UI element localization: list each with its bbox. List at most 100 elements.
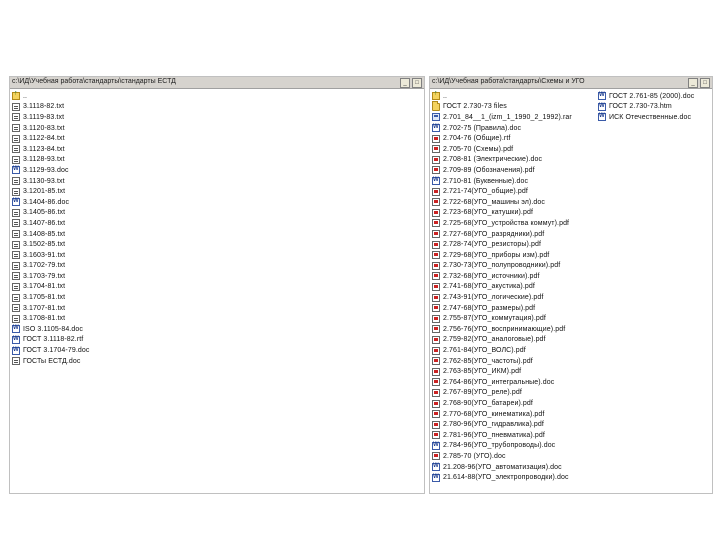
file-list-item[interactable]: 2.762-85(УГО_частоты).pdf: [432, 356, 572, 367]
file-list-item[interactable]: 3.1405-86.txt: [12, 208, 89, 219]
file-list-item[interactable]: 2.755-87(УГО_коммутация).pdf: [432, 313, 572, 324]
maximize-button[interactable]: □: [412, 78, 422, 88]
file-list-item[interactable]: 3.1603-91.txt: [12, 250, 89, 261]
file-list-item[interactable]: 3.1130-93.txt: [12, 176, 89, 187]
text-file-icon: [12, 155, 20, 164]
file-list-item[interactable]: ГОСТ 2.730-73 files: [432, 100, 572, 113]
file-list-item[interactable]: 2.759-82(УГО_аналоговые).pdf: [432, 335, 572, 346]
minimize-button[interactable]: _: [688, 78, 698, 88]
text-file-icon: [12, 102, 20, 111]
file-list-item[interactable]: 3.1408-85.txt: [12, 229, 89, 240]
file-list-item[interactable]: 3.1407-86.txt: [12, 218, 89, 229]
file-list-item[interactable]: 2.727-68(УГО_разрядники).pdf: [432, 229, 572, 240]
file-name-label: ISO 3.1105-84.doc: [23, 325, 83, 333]
file-list-item[interactable]: 3.1708-81.txt: [12, 313, 89, 324]
file-list-item[interactable]: 3.1120-83.txt: [12, 123, 89, 134]
right-file-panel[interactable]: c:\ИД\Учебная работа\стандарты\Схемы и У…: [429, 76, 713, 494]
file-list-item[interactable]: ISO 3.1105-84.doc: [12, 324, 89, 335]
pdf-icon: [432, 410, 440, 419]
file-list-item[interactable]: 3.1201-85.txt: [12, 186, 89, 197]
file-list-item[interactable]: 2.743-91(УГО_логические).pdf: [432, 292, 572, 303]
file-list-item[interactable]: ГОСТ 3.1118-82.rtf: [12, 335, 89, 346]
file-list-item[interactable]: 3.1702-79.txt: [12, 261, 89, 272]
file-list-item[interactable]: 2.708-81 (Электрические).doc: [432, 155, 572, 166]
file-list-item[interactable]: 2.701_84__1_(izm_1_1990_2_1992).rar: [432, 112, 572, 123]
maximize-button[interactable]: □: [700, 78, 710, 88]
right-panel-path-bar[interactable]: c:\ИД\Учебная работа\стандарты\Схемы и У…: [430, 77, 712, 89]
file-list-item[interactable]: 21.208-96(УГО_автоматизация).doc: [432, 462, 572, 473]
file-list-item[interactable]: ГОСТ 2.761-85 (2000).doc: [598, 91, 694, 102]
file-list-item[interactable]: 3.1128-93.txt: [12, 155, 89, 166]
file-list-item[interactable]: 2.761-84(УГО_ВОЛС).pdf: [432, 345, 572, 356]
minimize-button[interactable]: _: [400, 78, 410, 88]
file-list-item[interactable]: 2.725-68(УГО_устройства коммут).pdf: [432, 218, 572, 229]
file-list-item[interactable]: 3.1404-86.doc: [12, 197, 89, 208]
file-list-item[interactable]: 3.1705-81.txt: [12, 292, 89, 303]
file-name-label: 2.768-90(УГО_батареи).pdf: [443, 400, 533, 408]
left-file-panel[interactable]: c:\ИД\Учебная работа\стандарты\стандарты…: [9, 76, 425, 494]
file-name-label: 3.1119-83.txt: [23, 113, 65, 121]
file-list-item[interactable]: 21.614-88(УГО_электропроводки).doc: [432, 472, 572, 483]
file-list-item[interactable]: 2.721-74(УГО_общие).pdf: [432, 186, 572, 197]
file-list-item[interactable]: 3.1703-79.txt: [12, 271, 89, 282]
file-list-item[interactable]: 2.763-85(УГО_ИКМ).pdf: [432, 366, 572, 377]
file-list-item[interactable]: 2.723-68(УГО_катушки).pdf: [432, 208, 572, 219]
file-list-item[interactable]: 2.732-68(УГО_источники).pdf: [432, 271, 572, 282]
text-file-icon: [12, 304, 20, 313]
file-list-item[interactable]: 3.1122-84.txt: [12, 133, 89, 144]
file-list-item[interactable]: 2.780-96(УГО_гидравлика).pdf: [432, 419, 572, 430]
file-list-item[interactable]: 2.728-74(УГО_резисторы).pdf: [432, 239, 572, 250]
file-name-label: 3.1502-85.txt: [23, 241, 66, 249]
file-list-item[interactable]: 2.768-90(УГО_батареи).pdf: [432, 398, 572, 409]
file-name-label: ГОСТ 3.1118-82.rtf: [23, 336, 84, 344]
pdf-icon: [432, 314, 440, 323]
word-doc-icon: [12, 335, 20, 344]
up-folder-icon: [432, 90, 440, 101]
file-list-item[interactable]: ИСК Отечественные.doc: [598, 112, 694, 123]
file-name-label: 2.763-85(УГО_ИКМ).pdf: [443, 368, 522, 376]
file-list-item[interactable]: 2.781-96(УГО_пневматика).pdf: [432, 430, 572, 441]
text-file-icon: [12, 230, 20, 239]
pdf-icon: [432, 325, 440, 334]
file-list-item[interactable]: ..: [432, 90, 572, 102]
text-file-icon: [12, 113, 20, 122]
file-list-item[interactable]: ГОСТ 3.1704-79.doc: [12, 345, 89, 356]
file-list-item[interactable]: 2.767-89(УГО_реле).pdf: [432, 388, 572, 399]
file-list-item[interactable]: 2.764-86(УГО_интегральные).doc: [432, 377, 572, 388]
pdf-icon: [432, 304, 440, 313]
file-list-item[interactable]: 2.730-73(УГО_полупроводники).pdf: [432, 261, 572, 272]
file-list-item[interactable]: ..: [12, 90, 89, 102]
file-list-item[interactable]: 2.705-70 (Схемы).pdf: [432, 144, 572, 155]
file-name-label: 2.770-68(УГО_кинематика).pdf: [443, 410, 545, 418]
file-list-item[interactable]: 2.770-68(УГО_кинематика).pdf: [432, 409, 572, 420]
file-list-item[interactable]: 3.1707-81.txt: [12, 303, 89, 314]
file-list-item[interactable]: ГОСТ 2.730-73.htm: [598, 102, 694, 113]
text-file-icon: [12, 251, 20, 260]
file-list-item[interactable]: 3.1129-93.doc: [12, 165, 89, 176]
text-file-icon: [12, 134, 20, 143]
file-list-item[interactable]: ГОСТы ЕСТД.doc: [12, 356, 89, 367]
file-list-item[interactable]: 3.1502-85.txt: [12, 239, 89, 250]
file-list-item[interactable]: 2.784-96(УГО_трубопроводы).doc: [432, 441, 572, 452]
file-list-item[interactable]: 2.709-89 (Обозначения).pdf: [432, 165, 572, 176]
left-panel-path-bar[interactable]: c:\ИД\Учебная работа\стандарты\стандарты…: [10, 77, 424, 89]
word-doc-icon: [432, 124, 440, 133]
file-list-item[interactable]: 2.729-68(УГО_приборы изм).pdf: [432, 250, 572, 261]
file-list-item[interactable]: 3.1119-83.txt: [12, 112, 89, 123]
file-name-label: 21.208-96(УГО_автоматизация).doc: [443, 463, 562, 471]
file-list-item[interactable]: 2.741-68(УГО_акустика).pdf: [432, 282, 572, 293]
file-list-item[interactable]: 3.1118-82.txt: [12, 102, 89, 113]
file-list-item[interactable]: 3.1704-81.txt: [12, 282, 89, 293]
pdf-icon: [432, 187, 440, 196]
file-list-item[interactable]: 2.785-70 (УГО).doc: [432, 451, 572, 462]
file-list-item[interactable]: 2.704-76 (Общие).rtf: [432, 133, 572, 144]
file-list-item[interactable]: 2.702-75 (Правила).doc: [432, 123, 572, 134]
file-list-item[interactable]: 2.722-68(УГО_машины эл).doc: [432, 197, 572, 208]
file-list-item[interactable]: 2.710-81 (Буквенные).doc: [432, 176, 572, 187]
file-name-label: 2.704-76 (Общие).rtf: [443, 135, 511, 143]
file-list-item[interactable]: 2.756-76(УГО_воспринимающие).pdf: [432, 324, 572, 335]
file-list-item[interactable]: 2.747-68(УГО_размеры).pdf: [432, 303, 572, 314]
file-name-label: 3.1122-84.txt: [23, 135, 65, 143]
file-list-item[interactable]: 3.1123-84.txt: [12, 144, 89, 155]
file-name-label: 2.727-68(УГО_разрядники).pdf: [443, 230, 545, 238]
